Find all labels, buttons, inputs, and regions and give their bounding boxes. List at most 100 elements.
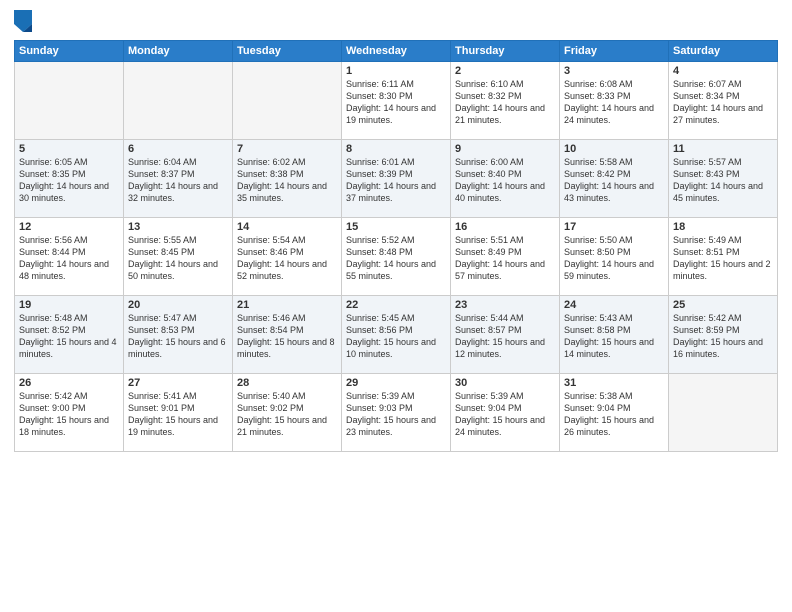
calendar-cell: 18Sunrise: 5:49 AM Sunset: 8:51 PM Dayli… <box>669 218 778 296</box>
day-number: 16 <box>455 221 555 233</box>
day-number: 13 <box>128 221 228 233</box>
day-info: Sunrise: 6:01 AM Sunset: 8:39 PM Dayligh… <box>346 156 446 205</box>
day-info: Sunrise: 6:08 AM Sunset: 8:33 PM Dayligh… <box>564 78 664 127</box>
calendar-cell: 30Sunrise: 5:39 AM Sunset: 9:04 PM Dayli… <box>451 374 560 452</box>
calendar-cell: 20Sunrise: 5:47 AM Sunset: 8:53 PM Dayli… <box>124 296 233 374</box>
calendar-cell: 28Sunrise: 5:40 AM Sunset: 9:02 PM Dayli… <box>233 374 342 452</box>
calendar-cell: 23Sunrise: 5:44 AM Sunset: 8:57 PM Dayli… <box>451 296 560 374</box>
calendar-cell: 5Sunrise: 6:05 AM Sunset: 8:35 PM Daylig… <box>15 140 124 218</box>
day-number: 10 <box>564 143 664 155</box>
day-number: 12 <box>19 221 119 233</box>
day-number: 7 <box>237 143 337 155</box>
calendar-cell <box>669 374 778 452</box>
day-number: 1 <box>346 65 446 77</box>
calendar-cell: 19Sunrise: 5:48 AM Sunset: 8:52 PM Dayli… <box>15 296 124 374</box>
calendar-week-2: 5Sunrise: 6:05 AM Sunset: 8:35 PM Daylig… <box>15 140 778 218</box>
day-number: 27 <box>128 377 228 389</box>
calendar-week-1: 1Sunrise: 6:11 AM Sunset: 8:30 PM Daylig… <box>15 62 778 140</box>
day-number: 21 <box>237 299 337 311</box>
day-info: Sunrise: 6:10 AM Sunset: 8:32 PM Dayligh… <box>455 78 555 127</box>
page: SundayMondayTuesdayWednesdayThursdayFrid… <box>0 0 792 612</box>
day-info: Sunrise: 5:50 AM Sunset: 8:50 PM Dayligh… <box>564 234 664 283</box>
weekday-header-monday: Monday <box>124 41 233 62</box>
header <box>14 10 778 32</box>
day-info: Sunrise: 6:04 AM Sunset: 8:37 PM Dayligh… <box>128 156 228 205</box>
day-number: 26 <box>19 377 119 389</box>
day-number: 6 <box>128 143 228 155</box>
calendar-week-3: 12Sunrise: 5:56 AM Sunset: 8:44 PM Dayli… <box>15 218 778 296</box>
day-number: 8 <box>346 143 446 155</box>
calendar-cell: 26Sunrise: 5:42 AM Sunset: 9:00 PM Dayli… <box>15 374 124 452</box>
day-info: Sunrise: 5:41 AM Sunset: 9:01 PM Dayligh… <box>128 390 228 439</box>
logo-icon <box>14 10 32 32</box>
day-info: Sunrise: 5:38 AM Sunset: 9:04 PM Dayligh… <box>564 390 664 439</box>
day-number: 20 <box>128 299 228 311</box>
day-info: Sunrise: 6:07 AM Sunset: 8:34 PM Dayligh… <box>673 78 773 127</box>
calendar-cell: 29Sunrise: 5:39 AM Sunset: 9:03 PM Dayli… <box>342 374 451 452</box>
day-info: Sunrise: 5:45 AM Sunset: 8:56 PM Dayligh… <box>346 312 446 361</box>
day-number: 17 <box>564 221 664 233</box>
day-number: 31 <box>564 377 664 389</box>
day-info: Sunrise: 5:42 AM Sunset: 9:00 PM Dayligh… <box>19 390 119 439</box>
day-info: Sunrise: 5:51 AM Sunset: 8:49 PM Dayligh… <box>455 234 555 283</box>
calendar-week-4: 19Sunrise: 5:48 AM Sunset: 8:52 PM Dayli… <box>15 296 778 374</box>
calendar-cell: 11Sunrise: 5:57 AM Sunset: 8:43 PM Dayli… <box>669 140 778 218</box>
calendar-cell: 27Sunrise: 5:41 AM Sunset: 9:01 PM Dayli… <box>124 374 233 452</box>
weekday-header-thursday: Thursday <box>451 41 560 62</box>
day-number: 29 <box>346 377 446 389</box>
calendar-cell: 15Sunrise: 5:52 AM Sunset: 8:48 PM Dayli… <box>342 218 451 296</box>
day-info: Sunrise: 5:48 AM Sunset: 8:52 PM Dayligh… <box>19 312 119 361</box>
day-number: 30 <box>455 377 555 389</box>
calendar-cell: 21Sunrise: 5:46 AM Sunset: 8:54 PM Dayli… <box>233 296 342 374</box>
day-info: Sunrise: 5:54 AM Sunset: 8:46 PM Dayligh… <box>237 234 337 283</box>
day-number: 18 <box>673 221 773 233</box>
day-number: 5 <box>19 143 119 155</box>
weekday-header-wednesday: Wednesday <box>342 41 451 62</box>
weekday-header-row: SundayMondayTuesdayWednesdayThursdayFrid… <box>15 41 778 62</box>
day-number: 24 <box>564 299 664 311</box>
calendar-cell <box>233 62 342 140</box>
calendar-cell: 10Sunrise: 5:58 AM Sunset: 8:42 PM Dayli… <box>560 140 669 218</box>
weekday-header-saturday: Saturday <box>669 41 778 62</box>
calendar-cell: 16Sunrise: 5:51 AM Sunset: 8:49 PM Dayli… <box>451 218 560 296</box>
calendar-cell <box>124 62 233 140</box>
day-info: Sunrise: 5:56 AM Sunset: 8:44 PM Dayligh… <box>19 234 119 283</box>
calendar-cell: 25Sunrise: 5:42 AM Sunset: 8:59 PM Dayli… <box>669 296 778 374</box>
calendar-cell: 12Sunrise: 5:56 AM Sunset: 8:44 PM Dayli… <box>15 218 124 296</box>
day-info: Sunrise: 5:55 AM Sunset: 8:45 PM Dayligh… <box>128 234 228 283</box>
weekday-header-friday: Friday <box>560 41 669 62</box>
calendar-cell: 4Sunrise: 6:07 AM Sunset: 8:34 PM Daylig… <box>669 62 778 140</box>
day-number: 9 <box>455 143 555 155</box>
day-number: 14 <box>237 221 337 233</box>
calendar-cell: 31Sunrise: 5:38 AM Sunset: 9:04 PM Dayli… <box>560 374 669 452</box>
calendar-cell: 24Sunrise: 5:43 AM Sunset: 8:58 PM Dayli… <box>560 296 669 374</box>
weekday-header-sunday: Sunday <box>15 41 124 62</box>
calendar-cell: 14Sunrise: 5:54 AM Sunset: 8:46 PM Dayli… <box>233 218 342 296</box>
day-info: Sunrise: 5:40 AM Sunset: 9:02 PM Dayligh… <box>237 390 337 439</box>
calendar-cell: 9Sunrise: 6:00 AM Sunset: 8:40 PM Daylig… <box>451 140 560 218</box>
calendar-cell: 8Sunrise: 6:01 AM Sunset: 8:39 PM Daylig… <box>342 140 451 218</box>
day-info: Sunrise: 6:11 AM Sunset: 8:30 PM Dayligh… <box>346 78 446 127</box>
calendar-cell: 22Sunrise: 5:45 AM Sunset: 8:56 PM Dayli… <box>342 296 451 374</box>
day-info: Sunrise: 5:39 AM Sunset: 9:03 PM Dayligh… <box>346 390 446 439</box>
day-info: Sunrise: 6:00 AM Sunset: 8:40 PM Dayligh… <box>455 156 555 205</box>
weekday-header-tuesday: Tuesday <box>233 41 342 62</box>
calendar-week-5: 26Sunrise: 5:42 AM Sunset: 9:00 PM Dayli… <box>15 374 778 452</box>
day-number: 4 <box>673 65 773 77</box>
day-number: 25 <box>673 299 773 311</box>
calendar-cell: 7Sunrise: 6:02 AM Sunset: 8:38 PM Daylig… <box>233 140 342 218</box>
calendar-table: SundayMondayTuesdayWednesdayThursdayFrid… <box>14 40 778 452</box>
day-info: Sunrise: 5:42 AM Sunset: 8:59 PM Dayligh… <box>673 312 773 361</box>
day-info: Sunrise: 5:52 AM Sunset: 8:48 PM Dayligh… <box>346 234 446 283</box>
day-info: Sunrise: 5:49 AM Sunset: 8:51 PM Dayligh… <box>673 234 773 283</box>
calendar-cell: 6Sunrise: 6:04 AM Sunset: 8:37 PM Daylig… <box>124 140 233 218</box>
day-info: Sunrise: 5:44 AM Sunset: 8:57 PM Dayligh… <box>455 312 555 361</box>
day-number: 3 <box>564 65 664 77</box>
day-number: 22 <box>346 299 446 311</box>
day-info: Sunrise: 5:43 AM Sunset: 8:58 PM Dayligh… <box>564 312 664 361</box>
logo <box>14 10 37 32</box>
day-info: Sunrise: 5:39 AM Sunset: 9:04 PM Dayligh… <box>455 390 555 439</box>
day-number: 28 <box>237 377 337 389</box>
day-info: Sunrise: 5:57 AM Sunset: 8:43 PM Dayligh… <box>673 156 773 205</box>
day-number: 19 <box>19 299 119 311</box>
